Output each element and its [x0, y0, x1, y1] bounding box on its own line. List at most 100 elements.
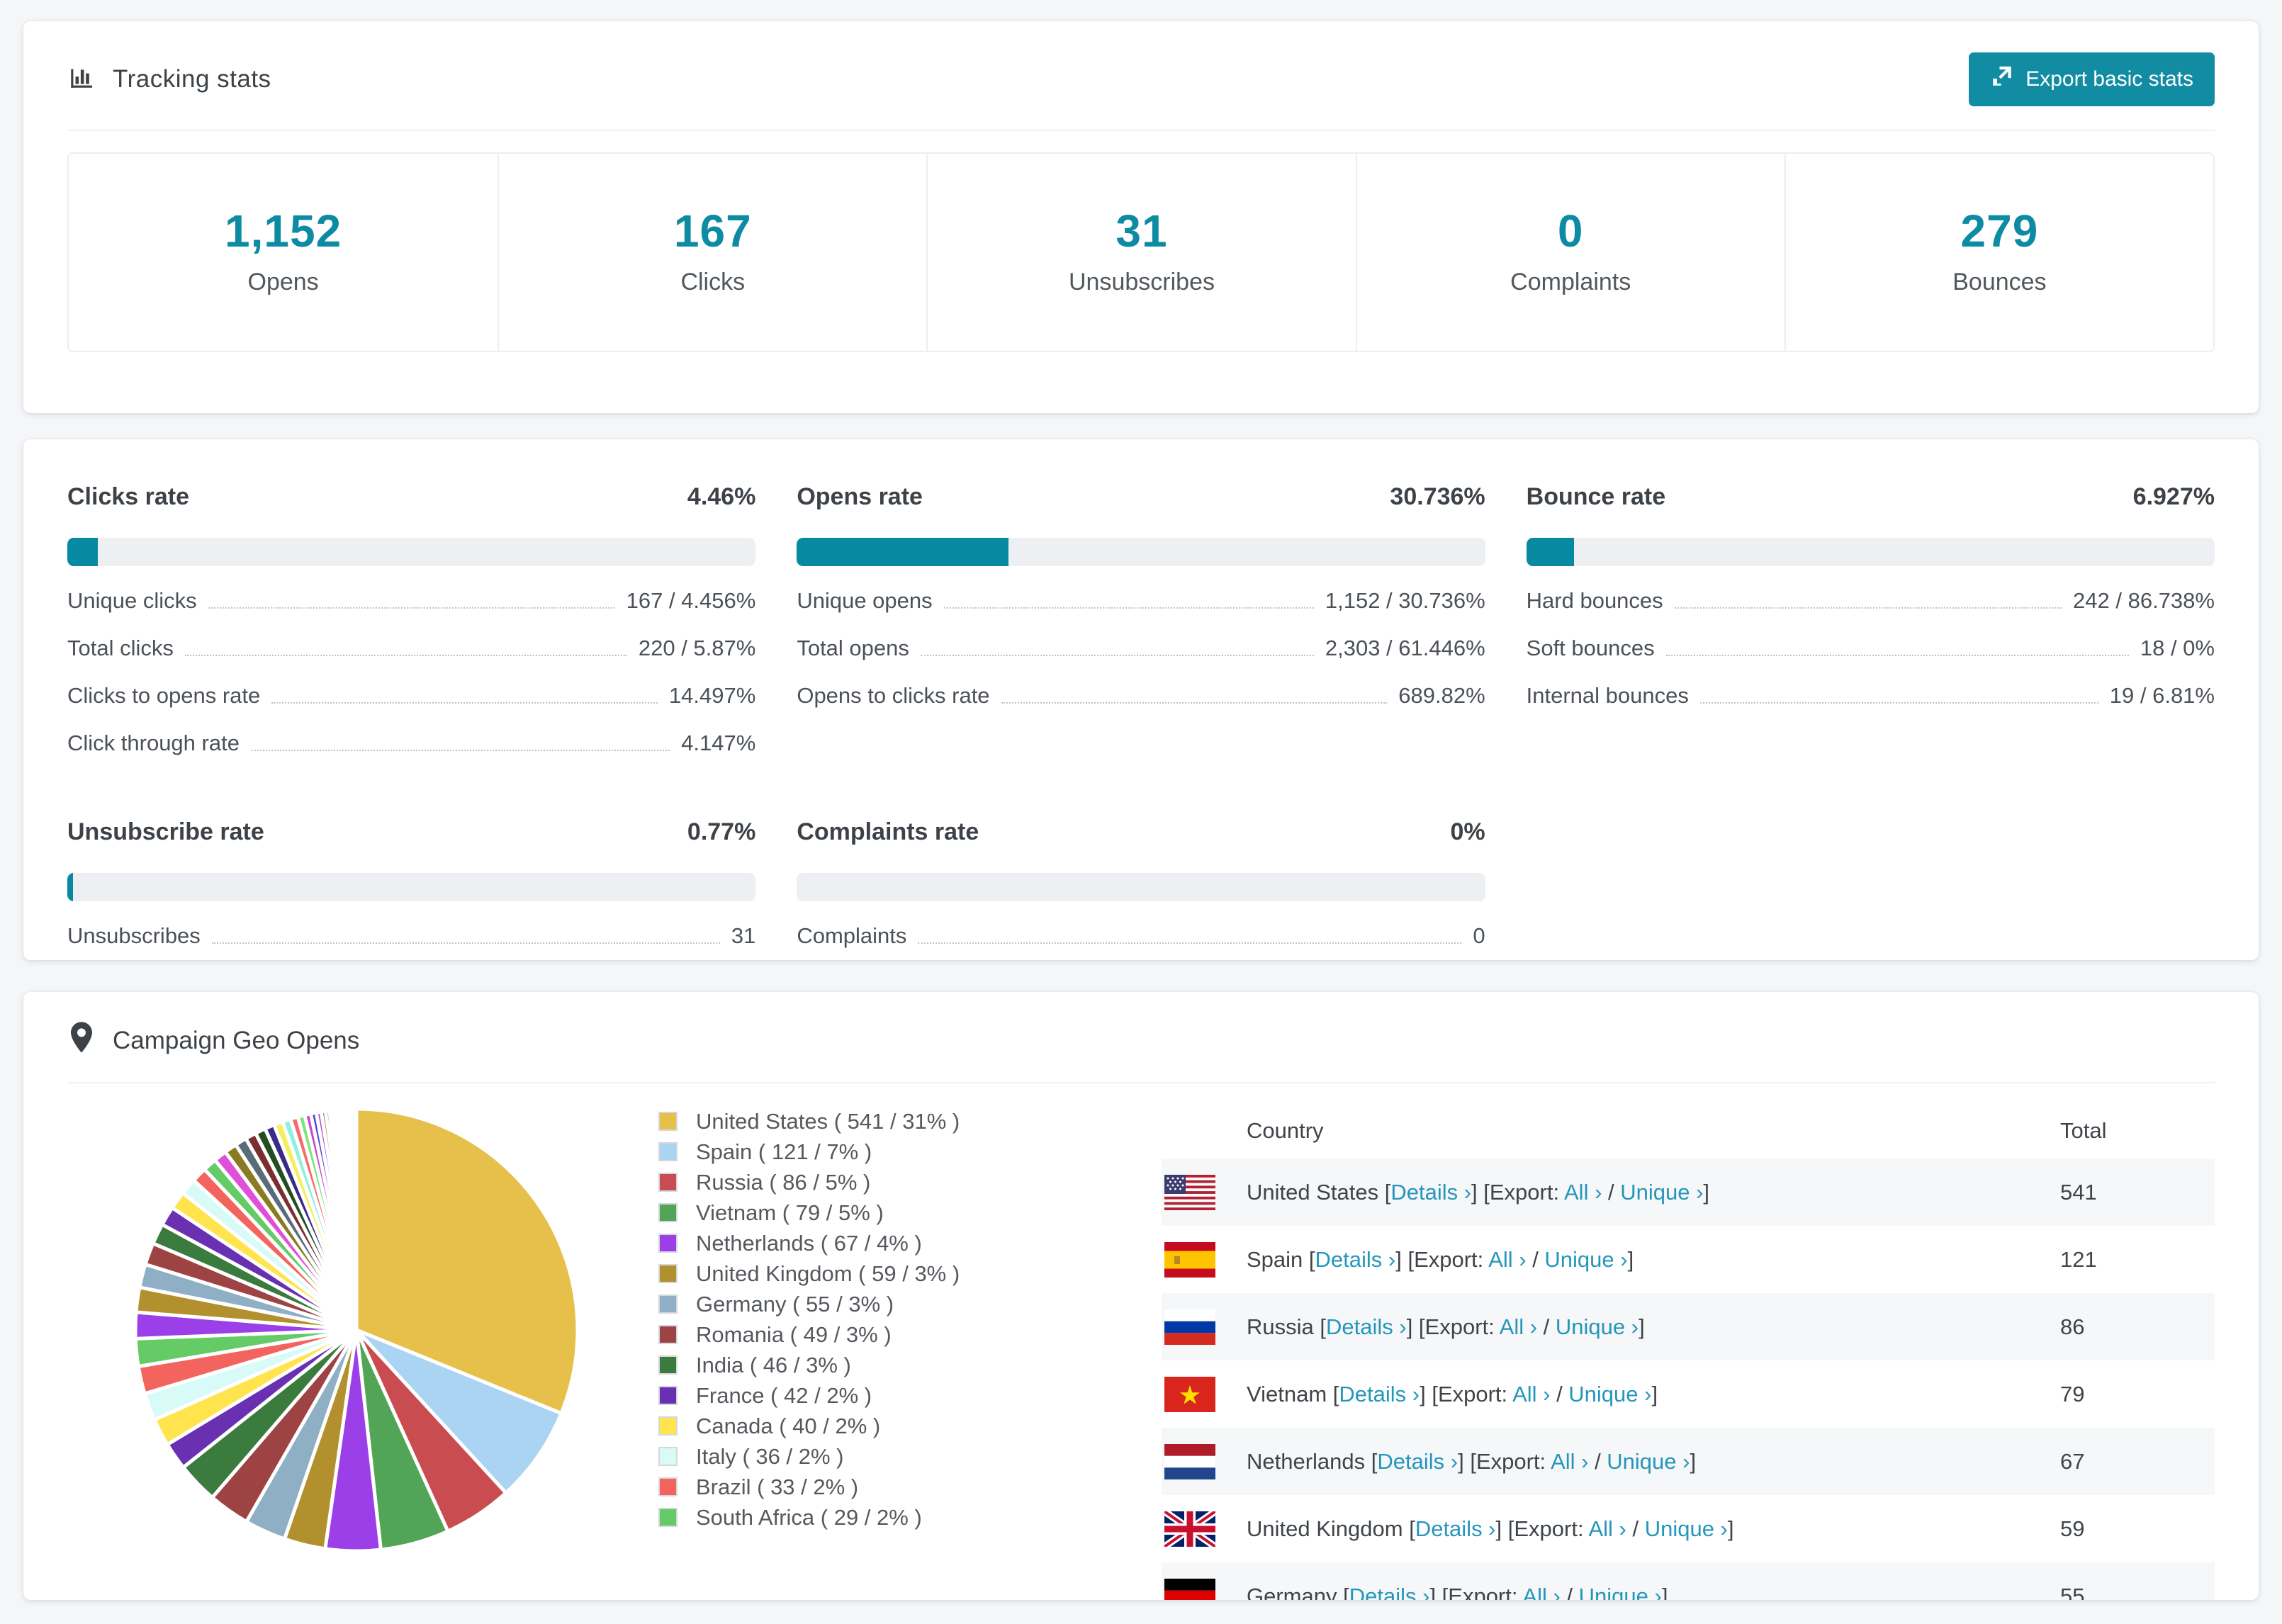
export-unique-link[interactable]: Unique › — [1556, 1314, 1639, 1339]
legend-item-brazil: Brazil ( 33 / 2% ) — [658, 1472, 1055, 1502]
legend-item-romania: Romania ( 49 / 3% ) — [658, 1319, 1055, 1350]
rate-detail-label: Unique clicks — [67, 588, 197, 613]
rate-detail-value: 2,303 / 61.446% — [1325, 636, 1485, 660]
details-link[interactable]: Details › — [1390, 1180, 1471, 1205]
export-unique-link[interactable]: Unique › — [1579, 1584, 1662, 1601]
export-icon — [1990, 64, 2014, 94]
slash: / — [1626, 1516, 1645, 1541]
rate-detail-row: Clicks to opens rate 14.497% — [67, 683, 755, 709]
tracking-stats-card: Tracking stats Export basic stats 1,152 O… — [23, 21, 2259, 413]
export-unique-link[interactable]: Unique › — [1568, 1382, 1651, 1406]
dotted-leader — [918, 942, 1462, 944]
export-unique-link[interactable]: Unique › — [1544, 1247, 1627, 1272]
legend-swatch — [658, 1264, 678, 1283]
rate-value: 30.736% — [1390, 483, 1485, 510]
tracking-stats-title-text: Tracking stats — [113, 65, 271, 93]
export-basic-stats-button[interactable]: Export basic stats — [1969, 52, 2215, 106]
rate-title: Clicks rate — [67, 483, 189, 510]
details-link[interactable]: Details › — [1315, 1247, 1396, 1272]
rate-title: Unsubscribe rate — [67, 818, 264, 845]
bracket: ] [Export: — [1471, 1179, 1564, 1205]
country-cell: United States [Details ›] [Export: All ›… — [1162, 1174, 2060, 1210]
country-links: Spain [Details ›] [Export: All › / Uniqu… — [1247, 1247, 1634, 1273]
legend-swatch — [658, 1142, 678, 1161]
legend-label: Germany ( 55 / 3% ) — [696, 1291, 894, 1316]
rate-progress-track — [797, 873, 1485, 901]
country-links: United States [Details ›] [Export: All ›… — [1247, 1180, 1709, 1205]
rates-card: Clicks rate 4.46% Unique clicks 167 / 4.456… — [23, 439, 2259, 960]
rate-head: Opens rate 30.736% — [797, 483, 1485, 511]
rate-detail-label: Opens to clicks rate — [797, 683, 990, 708]
export-all-link[interactable]: All › — [1488, 1247, 1526, 1272]
bracket: ] [Export: — [1429, 1583, 1523, 1601]
export-unique-link[interactable]: Unique › — [1620, 1180, 1703, 1205]
legend-swatch — [658, 1203, 678, 1222]
bracket: ] — [1639, 1314, 1645, 1339]
stat-cell-bounces: 279 Bounces — [1784, 154, 2213, 351]
rate-detail-label: Clicks to opens rate — [67, 683, 261, 708]
rate-value: 0.77% — [687, 818, 756, 845]
country-cell: Vietnam [Details ›] [Export: All › / Uni… — [1162, 1376, 2060, 1412]
export-all-link[interactable]: All › — [1564, 1180, 1602, 1205]
details-link[interactable]: Details › — [1415, 1516, 1496, 1541]
export-all-link[interactable]: All › — [1500, 1314, 1537, 1339]
legend-swatch — [658, 1447, 678, 1466]
bracket: [ — [1343, 1583, 1349, 1601]
legend-swatch — [658, 1325, 678, 1344]
legend-item-united-states: United States ( 541 / 31% ) — [658, 1106, 1055, 1137]
details-link[interactable]: Details › — [1326, 1314, 1407, 1339]
export-all-link[interactable]: All › — [1588, 1516, 1626, 1541]
details-link[interactable]: Details › — [1339, 1382, 1420, 1406]
stat-value: 279 — [1960, 205, 2039, 256]
flag-ru-icon — [1164, 1309, 1215, 1345]
export-all-link[interactable]: All › — [1551, 1449, 1588, 1474]
bracket: ] [Export: — [1406, 1314, 1500, 1339]
export-unique-link[interactable]: Unique › — [1645, 1516, 1728, 1541]
slash: / — [1560, 1583, 1579, 1601]
rate-detail-row: Soft bounces 18 / 0% — [1527, 636, 2215, 661]
legend-swatch — [658, 1477, 678, 1496]
stat-value: 167 — [673, 205, 752, 256]
slash: / — [1537, 1314, 1556, 1339]
rate-detail-row: Total clicks 220 / 5.87% — [67, 636, 755, 661]
details-link[interactable]: Details › — [1349, 1584, 1430, 1601]
rate-block-clicks-rate: Clicks rate 4.46% Unique clicks 167 / 4.456… — [67, 483, 756, 756]
rate-progress-track — [1526, 538, 2215, 566]
legend-item-vietnam: Vietnam ( 79 / 5% ) — [658, 1197, 1055, 1228]
legend-item-france: France ( 42 / 2% ) — [658, 1380, 1055, 1411]
legend-item-netherlands: Netherlands ( 67 / 4% ) — [658, 1228, 1055, 1258]
country-name: Germany — [1247, 1583, 1344, 1601]
bracket: ] — [1727, 1516, 1734, 1541]
flag-us-icon — [1164, 1174, 1215, 1210]
rate-detail-value: 167 / 4.456% — [626, 588, 756, 613]
country-links: United Kingdom [Details ›] [Export: All … — [1247, 1516, 1734, 1542]
rate-detail-row: Click through rate 4.147% — [67, 731, 755, 756]
bracket: ] — [1651, 1381, 1658, 1406]
stat-label: Opens — [247, 269, 319, 295]
geo-pie-chart — [130, 1103, 583, 1557]
rate-detail-row: Unique opens 1,152 / 30.736% — [797, 588, 1485, 614]
rate-detail-value: 4.147% — [681, 731, 756, 755]
legend-label: South Africa ( 29 / 2% ) — [696, 1504, 922, 1530]
rate-detail-value: 242 / 86.738% — [2073, 588, 2215, 613]
rate-head: Unsubscribe rate 0.77% — [67, 818, 755, 846]
rate-detail-value: 19 / 6.81% — [2109, 683, 2215, 708]
rate-progress-fill — [67, 873, 73, 901]
total-cell: 67 — [2060, 1448, 2085, 1474]
rate-progress-fill — [1526, 538, 1574, 566]
total-cell: 79 — [2060, 1381, 2085, 1406]
rate-detail-label: Unsubscribes — [67, 923, 201, 948]
rate-detail-value: 220 / 5.87% — [638, 636, 756, 660]
legend-swatch — [658, 1112, 678, 1131]
rate-detail-row: Hard bounces 242 / 86.738% — [1527, 588, 2215, 614]
country-name: Netherlands — [1247, 1448, 1371, 1474]
country-links: Russia [Details ›] [Export: All › / Uniq… — [1247, 1314, 1645, 1340]
export-unique-link[interactable]: Unique › — [1607, 1449, 1690, 1474]
geo-table-header: Country Total — [1162, 1103, 2215, 1158]
export-all-link[interactable]: All › — [1522, 1584, 1560, 1601]
details-link[interactable]: Details › — [1377, 1449, 1458, 1474]
rate-detail-value: 31 — [731, 923, 756, 948]
export-all-link[interactable]: All › — [1512, 1382, 1550, 1406]
bracket: ] — [1690, 1448, 1697, 1474]
legend-item-india: India ( 46 / 3% ) — [658, 1350, 1055, 1380]
